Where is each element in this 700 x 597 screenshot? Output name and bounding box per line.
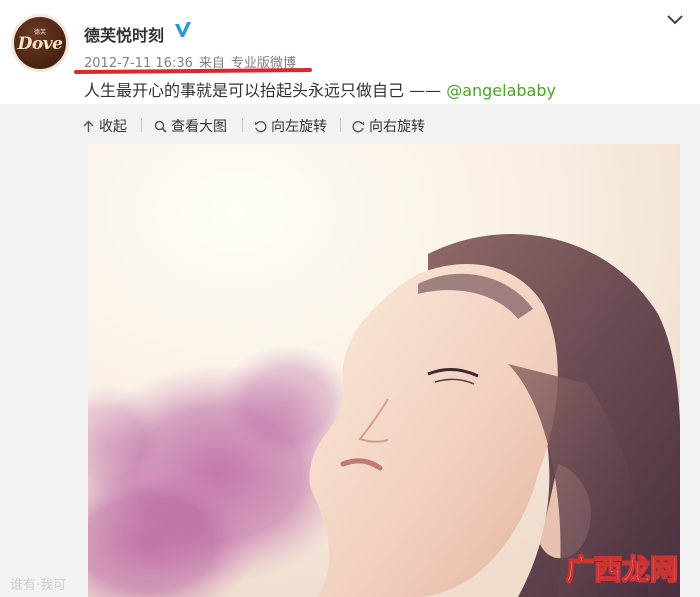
- rotate-right-button[interactable]: 向右旋转: [352, 116, 425, 136]
- collapse-up-icon: [83, 120, 94, 132]
- media-area: 收起 查看大图 向左旋转 向右旋转: [0, 104, 700, 597]
- toolbar-divider: [340, 118, 341, 132]
- chevron-down-icon[interactable]: [666, 14, 684, 26]
- magnify-icon: [154, 120, 167, 133]
- rotate-left-label: 向左旋转: [271, 119, 327, 135]
- watermark-left: 谁有·我可: [10, 578, 67, 593]
- brand-watermark: 广西龙网: [565, 553, 679, 587]
- avatar[interactable]: 德芙 Dove: [11, 14, 69, 72]
- post-text: 人生最开心的事就是可以抬起头永远只做自己 —— @angelababy: [84, 77, 556, 101]
- post-body: 人生最开心的事就是可以抬起头永远只做自己 ——: [84, 81, 447, 100]
- avatar-brand-logo: Dove: [17, 34, 63, 54]
- mention-link[interactable]: @angelababy: [446, 81, 556, 100]
- verified-icon: [175, 22, 191, 37]
- view-large-label: 查看大图: [171, 119, 227, 135]
- toolbar-divider: [141, 118, 142, 132]
- post-photo[interactable]: [88, 144, 680, 597]
- toolbar-divider: [242, 118, 243, 132]
- rotate-right-label: 向右旋转: [369, 119, 425, 135]
- collapse-label: 收起: [99, 119, 127, 135]
- rotate-left-icon: [254, 120, 267, 132]
- post-header: 德芙 Dove 德芙悦时刻 2012-7-11 16:36 来自 专业版微博 人生最…: [0, 0, 700, 104]
- photo-illustration: [88, 144, 680, 597]
- username-link[interactable]: 德芙悦时刻: [84, 22, 164, 46]
- rotate-right-icon: [352, 120, 365, 132]
- collapse-button[interactable]: 收起: [82, 116, 127, 136]
- rotate-left-button[interactable]: 向左旋转: [254, 116, 327, 136]
- view-large-button[interactable]: 查看大图: [154, 116, 227, 136]
- red-underline-annotation: [73, 67, 313, 75]
